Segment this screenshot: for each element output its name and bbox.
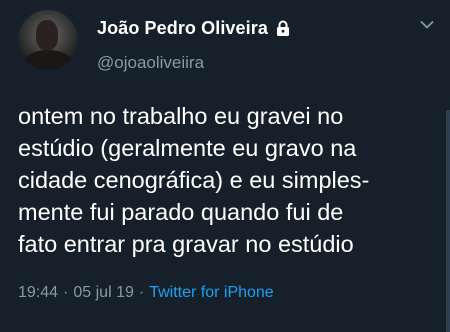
author-name-row: João Pedro Oliveira	[97, 18, 291, 39]
tweet-meta: 19:44 · 05 jul 19 · Twitter for iPhone	[18, 284, 274, 302]
user-handle[interactable]: @ojoaoliveiira	[97, 53, 204, 73]
tweet-card: João Pedro Oliveira @ojoaoliveiira ontem…	[0, 0, 450, 332]
lock-icon	[276, 20, 289, 36]
avatar[interactable]	[18, 10, 78, 70]
chevron-down-icon[interactable]	[420, 20, 434, 30]
meta-separator-2: ·	[138, 284, 145, 301]
tweet-source-link[interactable]: Twitter for iPhone	[149, 284, 274, 302]
display-name[interactable]: João Pedro Oliveira	[97, 18, 268, 39]
meta-separator: ·	[63, 284, 69, 301]
tweet-date[interactable]: 05 jul 19	[73, 284, 134, 302]
scrollbar[interactable]	[446, 110, 450, 332]
avatar-shoulders	[22, 50, 74, 70]
avatar-face	[36, 20, 58, 50]
tweet-time[interactable]: 19:44	[18, 284, 58, 302]
tweet-text: ontem no trabalho eu gravei no estúdio (…	[18, 103, 370, 257]
